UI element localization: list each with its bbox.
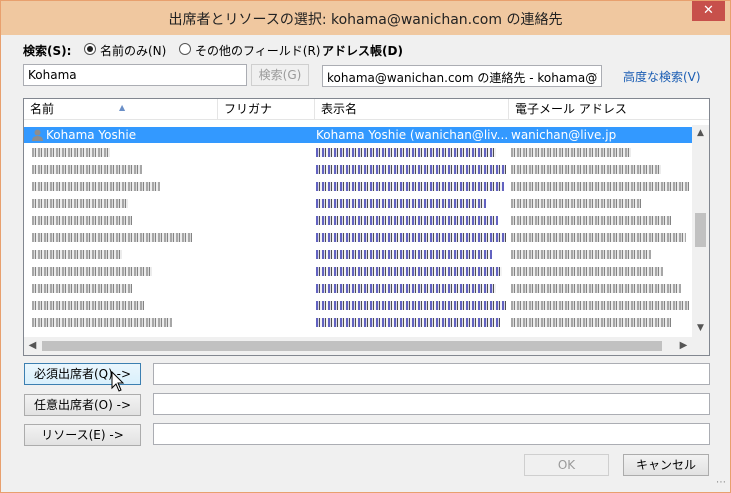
cancel-button[interactable]: キャンセル [623, 454, 709, 476]
cell-name: Kohama Yoshie [46, 128, 137, 142]
scroll-corner [692, 337, 709, 355]
column-header-display-name[interactable]: 表示名 [315, 99, 509, 120]
address-book-select[interactable]: kohama@wanichan.com の連絡先 - kohama@ ⌵ [322, 65, 602, 87]
contact-row-redacted[interactable] [24, 246, 692, 262]
horizontal-scroll-thumb[interactable] [42, 341, 662, 351]
scroll-right-icon[interactable]: ▶ [675, 337, 692, 355]
contact-row-selected[interactable]: Kohama Yoshie Kohama Yoshie (wanichan@li… [24, 127, 692, 143]
radio-name-only-label[interactable]: 名前のみ(N) [100, 42, 166, 59]
resources-button[interactable]: リソース(E) -> [24, 424, 141, 446]
advanced-search-link[interactable]: 高度な検索(V) [623, 68, 701, 85]
vertical-scroll-thumb[interactable] [695, 213, 706, 247]
person-icon [32, 129, 43, 141]
optional-attendees-field[interactable] [153, 393, 710, 415]
ok-button[interactable]: OK [524, 454, 609, 476]
chevron-down-icon: ⌵ [589, 69, 597, 80]
cell-display-name: Kohama Yoshie (wanichan@liv... [316, 128, 509, 142]
dialog-window: 出席者とリソースの選択: kohama@wanichan.com の連絡先 ✕ … [0, 0, 731, 493]
search-label: 検索(S): [23, 44, 72, 58]
search-button[interactable]: 検索(G) [251, 64, 309, 86]
optional-attendees-button[interactable]: 任意出席者(O) -> [24, 394, 141, 416]
contact-row-redacted[interactable] [24, 314, 692, 330]
required-attendees-field[interactable] [153, 363, 710, 385]
contact-row-redacted[interactable] [24, 195, 692, 211]
contacts-list[interactable]: 名前 ▲ フリガナ 表示名 電子メール アドレス Kohama Yoshie K… [23, 98, 710, 356]
contact-rows: Kohama Yoshie Kohama Yoshie (wanichan@li… [24, 125, 692, 337]
mouse-cursor-icon [111, 371, 125, 392]
contact-row-redacted[interactable] [24, 144, 692, 160]
close-button[interactable]: ✕ [692, 1, 725, 21]
address-book-value: kohama@wanichan.com の連絡先 - kohama@ [327, 71, 598, 85]
scroll-left-icon[interactable]: ◀ [24, 337, 41, 355]
contact-row-redacted[interactable] [24, 297, 692, 313]
radio-name-only[interactable] [84, 43, 96, 55]
vertical-scrollbar[interactable]: ▲ ▼ [692, 125, 709, 337]
title-bar[interactable]: 出席者とリソースの選択: kohama@wanichan.com の連絡先 ✕ [1, 1, 730, 35]
contact-row-redacted[interactable] [24, 161, 692, 177]
resize-grip-icon[interactable]: ⋯ [716, 477, 726, 488]
resources-field[interactable] [153, 423, 710, 445]
horizontal-scrollbar[interactable]: ◀ ▶ [24, 337, 692, 355]
scroll-up-icon[interactable]: ▲ [692, 125, 709, 142]
window-title: 出席者とリソースの選択: kohama@wanichan.com の連絡先 [168, 12, 563, 28]
column-header-email[interactable]: 電子メール アドレス [509, 99, 709, 120]
cell-email: wanichan@live.jp [511, 128, 617, 142]
radio-other-fields[interactable] [179, 43, 191, 55]
radio-other-fields-label[interactable]: その他のフィールド(R) [195, 42, 320, 59]
column-header-name[interactable]: 名前 ▲ [24, 99, 218, 120]
address-book-label: アドレス帳(D) [322, 44, 403, 58]
search-input[interactable]: Kohama [23, 64, 247, 86]
list-header: 名前 ▲ フリガナ 表示名 電子メール アドレス [24, 99, 709, 120]
column-header-furigana[interactable]: フリガナ [218, 99, 315, 120]
contact-row-redacted[interactable] [24, 178, 692, 194]
sort-ascending-icon: ▲ [119, 103, 126, 112]
contact-row-redacted[interactable] [24, 212, 692, 228]
contact-row-redacted[interactable] [24, 263, 692, 279]
contact-row-redacted[interactable] [24, 229, 692, 245]
close-icon: ✕ [703, 3, 714, 18]
contact-row-redacted[interactable] [24, 280, 692, 296]
scroll-down-icon[interactable]: ▼ [692, 320, 709, 337]
